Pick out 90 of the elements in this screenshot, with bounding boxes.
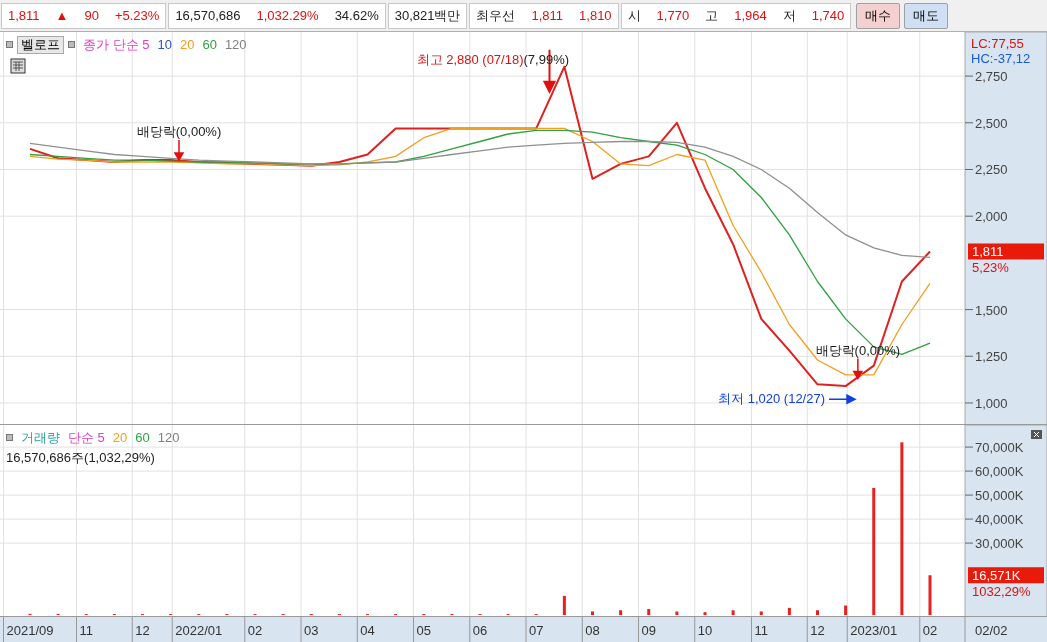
legend-label: 120 [224,36,247,54]
lc-value: LC:77,55 [971,36,1024,51]
quote-value: 1,740 [811,6,845,25]
volume-bar [759,611,763,616]
volume-bar [703,612,707,616]
legend-label: 60 [202,36,217,54]
quote-value: 1,770 [656,6,690,25]
date-label: 09 [641,623,656,638]
legend-label: 단순 5 [68,429,105,447]
buy-button[interactable]: 매수 [856,2,901,29]
legend-label: 60 [135,429,150,447]
table-icon[interactable] [10,57,26,74]
volume-bar [928,575,932,616]
axis-label: 1,500 [975,302,1008,318]
down-arrow-icon [853,357,863,381]
toggle-icon[interactable] [6,434,13,442]
date-label: 2021/09 [6,623,54,638]
volume-bar [647,609,651,616]
quote-value: 34.62% [334,6,379,25]
price-marker: 1,811 [968,243,1044,260]
quote-value: 저 [782,6,796,25]
toggle-icon[interactable] [6,41,13,49]
quote-value: 1,811 [531,6,564,25]
dividend-label: 배당락(0,00%) [136,124,222,139]
toggle-icon[interactable] [68,41,75,49]
axis-label: 2,500 [975,115,1008,131]
volume-bar [591,611,594,616]
volume-bar [844,605,848,616]
axis-label: 2,250 [975,162,1008,178]
quote-value: 1,964 [734,6,767,25]
quote-value: 1,032.29% [256,6,319,25]
quote-value: 30,821백만 [394,6,461,25]
date-label: 11 [754,623,768,638]
axis-label: 1,250 [975,349,1008,365]
legend-label: 10 [157,36,172,54]
date-label: 12 [135,623,150,638]
axis-label: 2,750 [975,69,1008,85]
legend-label: 종가 단순 5 [83,36,150,54]
axis-label: 60,000K [975,464,1024,480]
axis-label: 1,000 [975,395,1008,411]
date-label: 04 [360,623,375,638]
ratio-percent: 1032,29% [972,584,1031,600]
date-label: 05 [416,623,431,638]
quote-value: +5.23% [114,6,160,25]
axis-label: 40,000K [975,512,1024,528]
change-percent: 5,23% [972,260,1009,276]
quote-value: 16,570,686 [175,6,241,25]
right-arrow-icon [828,394,857,404]
quote-value: 시 [627,6,641,25]
quote-value: 1,811 [8,6,40,25]
date-label: 02 [922,623,938,638]
date-label: 03 [304,623,319,638]
low-price-label: 최저 1,020 (12/27) [718,391,825,407]
axis-label: 50,000K [975,488,1024,504]
legend-label: 거래량 [21,429,60,447]
high-price-label: 최고 2,880 (07/18) [416,51,524,67]
volume-summary: 16,570,686주(1,032,29%) [6,448,156,467]
date-label: 02 [247,623,263,638]
date-label: 10 [697,623,713,638]
hc-value: HC:-37,12 [971,51,1031,66]
date-label: 07 [529,623,544,638]
quote-value: 최우선 [476,6,516,25]
axis-label: 70,000K [975,440,1024,456]
quote-value: ▲ [55,6,69,25]
date-label: 12 [810,623,825,638]
sell-button[interactable]: 매도 [904,2,949,29]
quote-value: 90 [84,6,99,25]
volume-bar [675,611,679,616]
bollinger-button[interactable]: 벨로프 [17,35,64,54]
volume-bar [619,610,623,616]
legend-label: 20 [112,429,128,447]
axis-label: 30,000K [975,536,1024,552]
date-label: 06 [472,623,488,638]
volume-bar [731,610,735,616]
volume-marker: 16,571K [968,567,1044,584]
volume-bar [787,607,791,616]
date-label: 2023/01 [850,623,898,638]
legend-label: 20 [179,36,195,54]
date-label: 2022/01 [175,623,223,638]
axis-label: 2,000 [975,209,1008,225]
close-icon[interactable] [1031,430,1042,439]
down-arrow-icon [174,139,184,162]
date-label: 11 [79,623,93,638]
quote-value: 1,810 [579,6,612,25]
volume-bar [562,595,566,616]
date-label: 02/02 [975,623,1008,638]
legend-label: 120 [157,429,180,447]
date-label: 08 [585,623,600,638]
quote-value: 고 [705,6,719,25]
volume-bar [816,610,819,616]
